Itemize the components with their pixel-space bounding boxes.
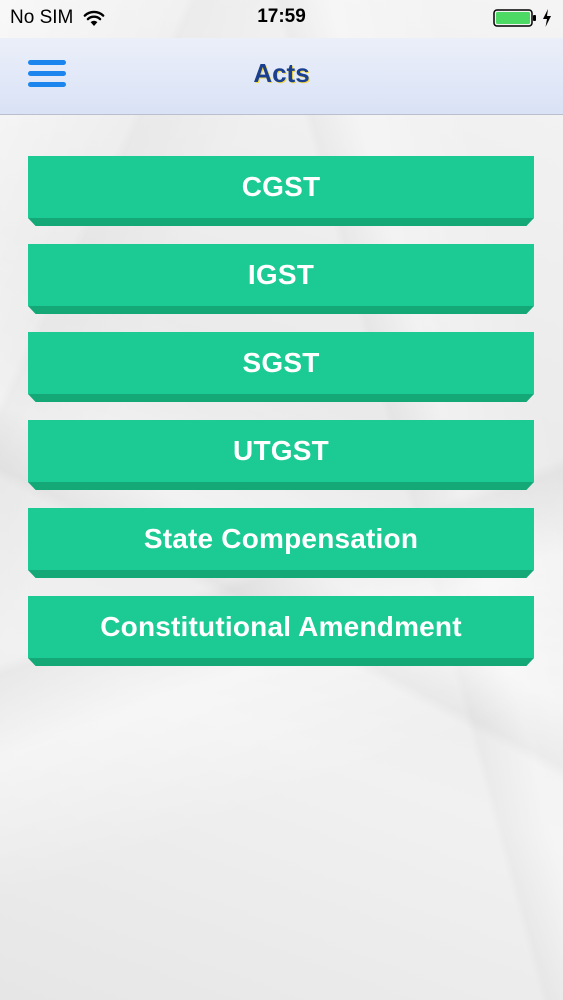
act-button-label: Constitutional Amendment — [28, 596, 534, 658]
button-edge — [28, 570, 534, 578]
act-button-label: State Compensation — [28, 508, 534, 570]
button-edge — [28, 658, 534, 666]
button-edge — [28, 218, 534, 226]
act-button-label: CGST — [28, 156, 534, 218]
act-button-igst[interactable]: IGST — [28, 244, 534, 314]
charging-bolt-icon — [543, 9, 551, 27]
acts-list: CGST IGST SGST UTGST State Compensation … — [28, 156, 534, 684]
act-button-label: SGST — [28, 332, 534, 394]
page-title: Acts — [253, 58, 310, 88]
act-button-label: UTGST — [28, 420, 534, 482]
battery-icon — [493, 9, 536, 27]
act-button-utgst[interactable]: UTGST — [28, 420, 534, 490]
status-time: 17:59 — [257, 6, 306, 27]
status-bar: No SIM 17:59 — [0, 0, 563, 38]
button-edge — [28, 482, 534, 490]
act-button-sgst[interactable]: SGST — [28, 332, 534, 402]
button-edge — [28, 394, 534, 402]
act-button-label: IGST — [28, 244, 534, 306]
act-button-state-compensation[interactable]: State Compensation — [28, 508, 534, 578]
navigation-bar: Acts — [0, 38, 563, 115]
button-edge — [28, 306, 534, 314]
act-button-constitutional-amendment[interactable]: Constitutional Amendment — [28, 596, 534, 666]
status-right — [493, 8, 553, 28]
act-button-cgst[interactable]: CGST — [28, 156, 534, 226]
